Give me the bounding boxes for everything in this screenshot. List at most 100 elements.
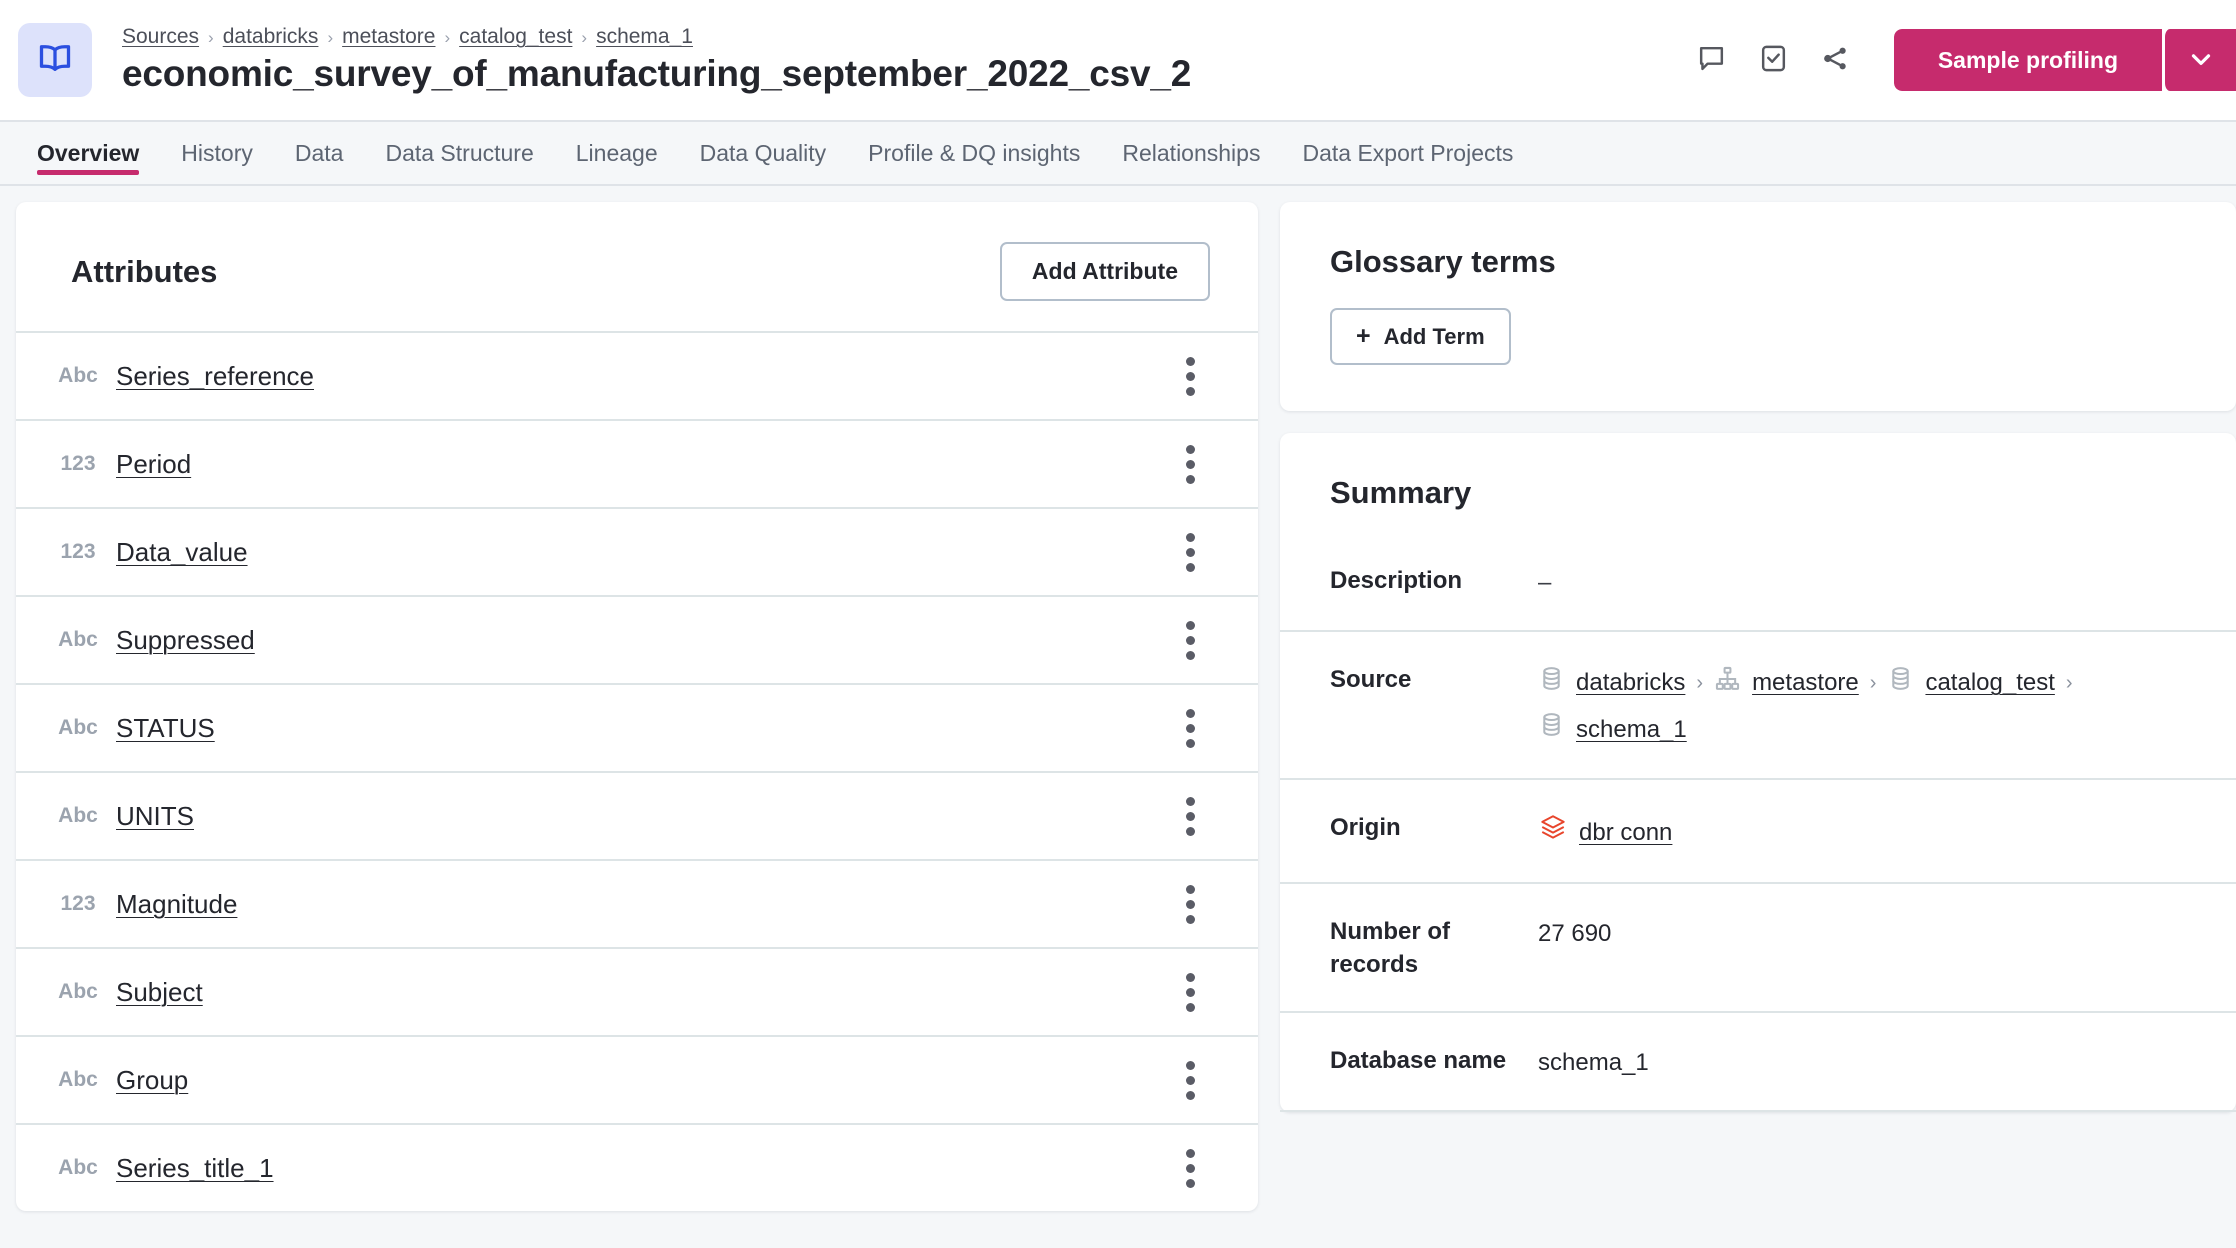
- source-value: databricks › metastore › catalog_test › …: [1538, 664, 2186, 748]
- share-icon: [1820, 43, 1851, 77]
- attribute-type-icon: Abc: [58, 716, 98, 739]
- glossary-terms-card: Glossary terms + Add Term: [1280, 202, 2236, 411]
- chevron-down-icon: [2186, 44, 2216, 77]
- breadcrumb-separator-icon: ›: [444, 28, 451, 48]
- plus-icon: +: [1356, 322, 1371, 350]
- attributes-card: Attributes Add Attribute Abc Series_refe…: [16, 202, 1258, 1211]
- attributes-header: Attributes Add Attribute: [16, 202, 1258, 331]
- summary-title: Summary: [1330, 475, 1472, 510]
- source-chip-metastore[interactable]: metastore ›: [1714, 665, 1876, 702]
- attribute-row[interactable]: Abc Series_title_1: [16, 1123, 1258, 1211]
- attribute-name-link[interactable]: Data_value: [116, 537, 1168, 568]
- tab-data-structure[interactable]: Data Structure: [364, 122, 554, 184]
- page-title: economic_survey_of_manufacturing_septemb…: [122, 53, 1192, 95]
- attribute-name-link[interactable]: Series_reference: [116, 361, 1168, 392]
- attribute-type-icon: Abc: [58, 364, 98, 387]
- source-separator-icon: ›: [1869, 671, 1877, 694]
- tab-overview[interactable]: Overview: [16, 122, 160, 184]
- records-value: 27 690: [1538, 920, 1612, 948]
- header-text-block: Sources › databricks › metastore › catal…: [122, 24, 1684, 96]
- database-name-value: schema_1: [1538, 1049, 1649, 1077]
- kebab-menu-icon[interactable]: [1168, 524, 1212, 580]
- tab-profile-dq-insights[interactable]: Profile & DQ insights: [847, 122, 1101, 184]
- records-label: Number of records: [1330, 918, 1450, 978]
- attribute-name-link[interactable]: Group: [116, 1065, 1168, 1096]
- sample-profiling-button[interactable]: Sample profiling: [1893, 29, 2162, 91]
- breadcrumb-item-schema-1[interactable]: schema_1: [596, 24, 693, 49]
- attribute-name-link[interactable]: Suppressed: [116, 625, 1168, 656]
- source-chip-databricks[interactable]: databricks ›: [1538, 665, 1703, 702]
- page-header: Sources › databricks › metastore › catal…: [0, 0, 2236, 120]
- attribute-row[interactable]: Abc Subject: [16, 947, 1258, 1035]
- summary-row-origin: Origin dbr conn: [1280, 780, 2236, 885]
- kebab-menu-icon[interactable]: [1168, 964, 1212, 1020]
- kebab-menu-icon[interactable]: [1168, 876, 1212, 932]
- attribute-row[interactable]: Abc STATUS: [16, 683, 1258, 771]
- tab-lineage[interactable]: Lineage: [555, 122, 679, 184]
- attribute-type-icon: 123: [60, 540, 96, 563]
- right-column: Glossary terms + Add Term Summary Descri…: [1280, 202, 2236, 1112]
- asset-type-icon-container: [18, 23, 92, 97]
- database-icon: [1538, 711, 1565, 748]
- breadcrumb-separator-icon: ›: [327, 28, 334, 48]
- attribute-name-link[interactable]: Magnitude: [116, 889, 1168, 920]
- origin-link[interactable]: dbr conn: [1579, 816, 1672, 850]
- kebab-menu-icon[interactable]: [1168, 700, 1212, 756]
- attribute-row[interactable]: 123 Data_value: [16, 507, 1258, 595]
- summary-card: Summary Description – Source databricks …: [1280, 433, 2236, 1112]
- kebab-menu-icon[interactable]: [1168, 1140, 1212, 1196]
- attribute-row[interactable]: Abc Group: [16, 1035, 1258, 1123]
- task-button[interactable]: [1746, 32, 1802, 88]
- share-button[interactable]: [1808, 32, 1864, 88]
- databricks-logo-icon: [1538, 813, 1568, 853]
- breadcrumb-item-catalog-test[interactable]: catalog_test: [459, 24, 572, 49]
- add-term-button[interactable]: + Add Term: [1330, 308, 1511, 365]
- attributes-title: Attributes: [71, 253, 218, 289]
- attribute-name-link[interactable]: Series_title_1: [116, 1153, 1168, 1184]
- kebab-menu-icon[interactable]: [1168, 612, 1212, 668]
- glossary-terms-title: Glossary terms: [1330, 244, 1556, 279]
- attribute-name-link[interactable]: UNITS: [116, 801, 1168, 832]
- left-column: Attributes Add Attribute Abc Series_refe…: [16, 202, 1258, 1211]
- breadcrumb-item-databricks[interactable]: databricks: [223, 24, 319, 49]
- origin-value: dbr conn: [1538, 812, 1672, 853]
- attribute-row[interactable]: Abc UNITS: [16, 771, 1258, 859]
- attribute-type-icon: Abc: [58, 980, 98, 1003]
- attribute-name-link[interactable]: STATUS: [116, 713, 1168, 744]
- database-icon: [1538, 665, 1565, 702]
- kebab-menu-icon[interactable]: [1168, 348, 1212, 404]
- database-icon: [1887, 665, 1914, 702]
- tab-data-export-projects[interactable]: Data Export Projects: [1281, 122, 1534, 184]
- sample-profiling-dropdown-button[interactable]: [2162, 29, 2236, 91]
- description-value: –: [1538, 569, 1552, 596]
- tab-data-quality[interactable]: Data Quality: [679, 122, 848, 184]
- attribute-row[interactable]: Abc Suppressed: [16, 595, 1258, 683]
- checkbox-task-icon: [1758, 43, 1789, 77]
- source-link-catalog-test[interactable]: catalog_test: [1925, 666, 2054, 700]
- source-link-databricks[interactable]: databricks: [1576, 666, 1685, 700]
- attribute-row[interactable]: Abc Series_reference: [16, 331, 1258, 419]
- attribute-row[interactable]: 123 Magnitude: [16, 859, 1258, 947]
- source-link-schema-1[interactable]: schema_1: [1576, 713, 1687, 747]
- tab-data[interactable]: Data: [274, 122, 365, 184]
- attribute-type-icon: Abc: [58, 1156, 98, 1179]
- kebab-menu-icon[interactable]: [1168, 436, 1212, 492]
- tab-history[interactable]: History: [160, 122, 274, 184]
- attribute-type-icon: Abc: [58, 1068, 98, 1091]
- attribute-row[interactable]: 123 Period: [16, 419, 1258, 507]
- add-attribute-button[interactable]: Add Attribute: [999, 242, 1210, 301]
- comment-icon: [1696, 43, 1727, 77]
- source-separator-icon: ›: [1696, 671, 1704, 694]
- source-chip-catalog-test[interactable]: catalog_test ›: [1887, 665, 2073, 702]
- comment-button[interactable]: [1684, 32, 1740, 88]
- attribute-name-link[interactable]: Period: [116, 449, 1168, 480]
- source-link-metastore[interactable]: metastore: [1752, 666, 1859, 700]
- summary-row-database-name: Database name schema_1: [1280, 1013, 2236, 1112]
- attribute-name-link[interactable]: Subject: [116, 977, 1168, 1008]
- breadcrumb-item-metastore[interactable]: metastore: [342, 24, 435, 49]
- kebab-menu-icon[interactable]: [1168, 1052, 1212, 1108]
- source-chip-schema-1[interactable]: schema_1: [1538, 711, 1687, 748]
- breadcrumb-item-sources[interactable]: Sources: [122, 24, 199, 49]
- kebab-menu-icon[interactable]: [1168, 788, 1212, 844]
- tab-relationships[interactable]: Relationships: [1101, 122, 1281, 184]
